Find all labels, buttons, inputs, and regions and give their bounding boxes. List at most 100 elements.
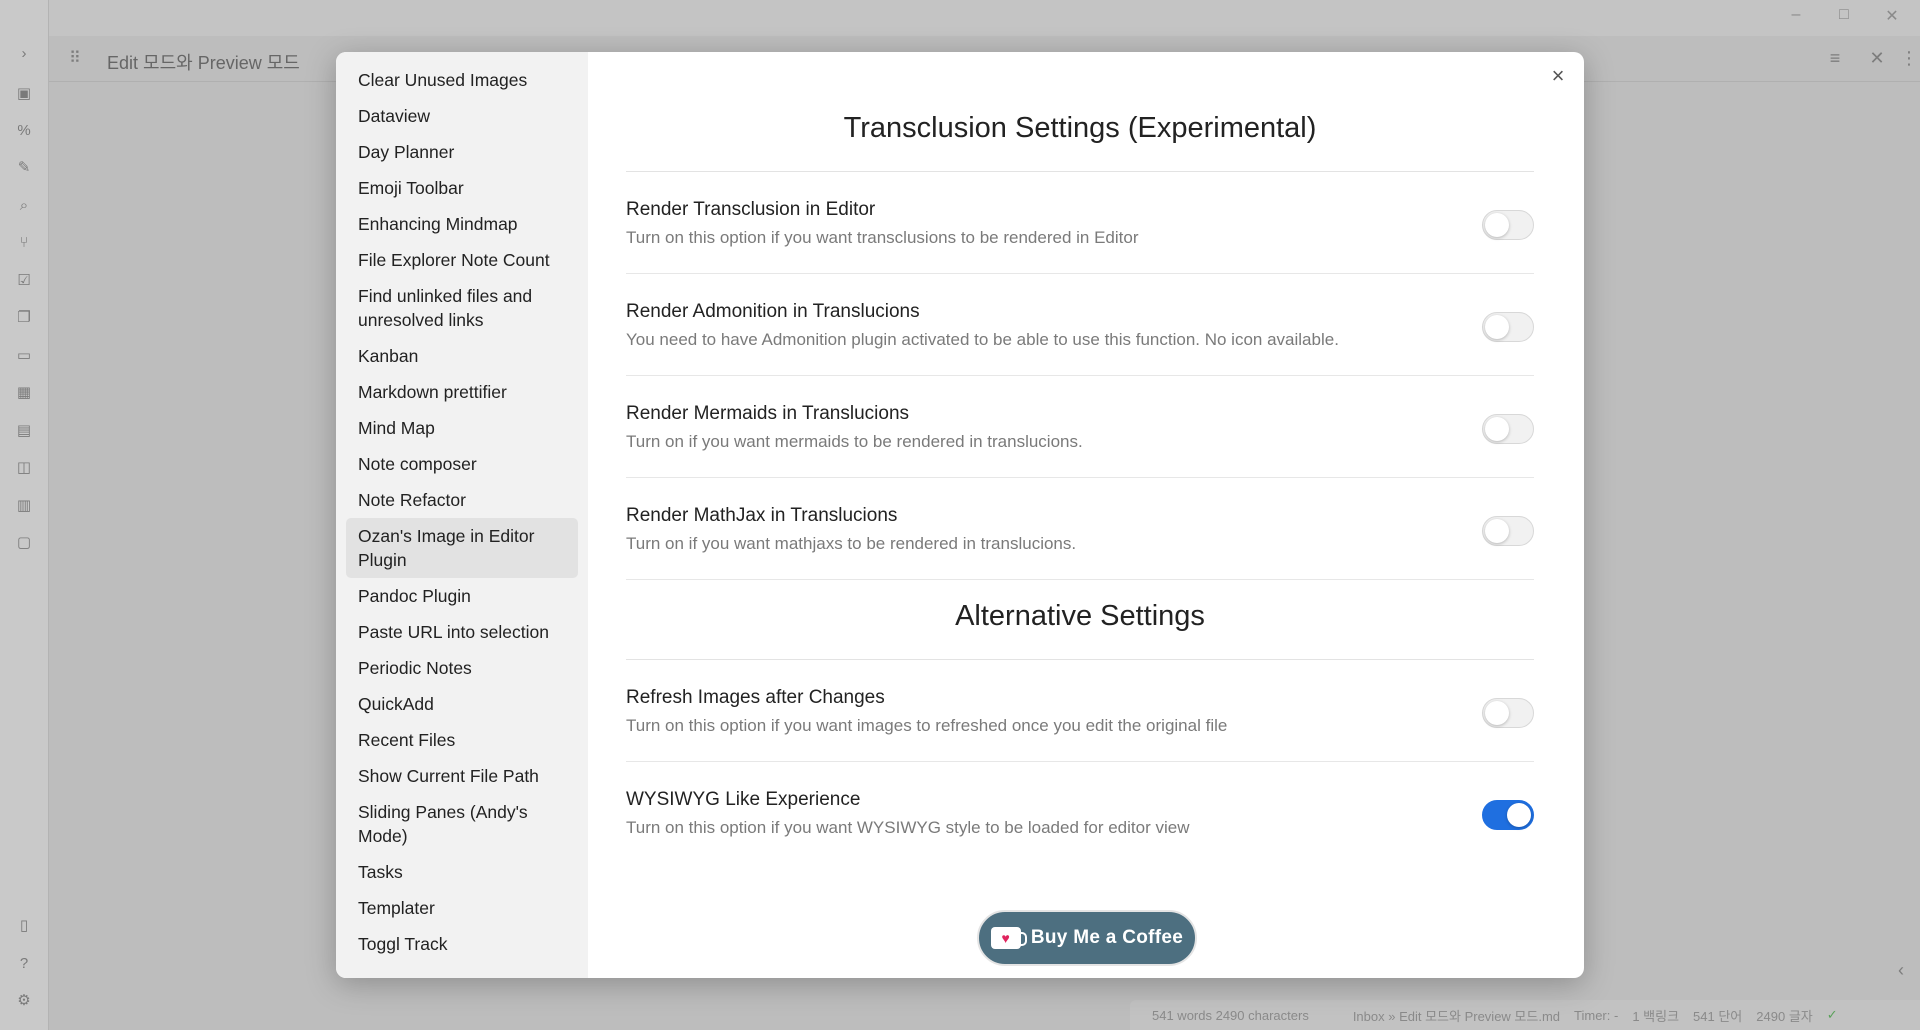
plugin-nav-item[interactable]: Templater: [346, 890, 578, 926]
plugin-nav-item[interactable]: Markdown prettifier: [346, 374, 578, 410]
setting-name: Refresh Images after Changes: [626, 687, 885, 708]
transclusion-settings-list: Render Transclusion in Editor Turn on thi…: [626, 172, 1534, 580]
copy-icon[interactable]: ❐: [14, 308, 34, 328]
plugin-nav-item[interactable]: Day Planner: [346, 134, 578, 170]
plugin-nav-item[interactable]: Tasks: [346, 854, 578, 890]
setting-item: Render Mermaids in Translucions Turn on i…: [626, 376, 1534, 478]
table-icon[interactable]: ▥: [14, 496, 34, 516]
toggle-knob: [1507, 803, 1531, 827]
drag-handle-icon[interactable]: ⠿: [69, 48, 81, 68]
toggle-knob: [1485, 519, 1509, 543]
reading-view-icon[interactable]: ≡: [1824, 48, 1846, 69]
toggle-knob: [1485, 315, 1509, 339]
plugin-nav-item[interactable]: Note composer: [346, 446, 578, 482]
graph-icon[interactable]: ⑂: [14, 233, 34, 253]
setting-name: Render Mermaids in Translucions: [626, 403, 910, 424]
collapse-right-sidebar-icon[interactable]: ‹: [1898, 960, 1904, 981]
setting-description: Turn on if you want mermaids to be rende…: [626, 432, 1083, 451]
pencil-icon[interactable]: ✎: [14, 158, 34, 178]
plugin-list-sidebar: Clear Unused Images Dataview Day Planner Em…: [336, 52, 588, 978]
plugin-nav-item[interactable]: Find unlinked files and unresolved links: [346, 278, 578, 338]
plugin-nav-item[interactable]: Periodic Notes: [346, 650, 578, 686]
setting-name: Render Transclusion in Editor: [626, 199, 876, 220]
plugin-nav-item[interactable]: Mind Map: [346, 410, 578, 446]
window-close-icon[interactable]: ✕: [1880, 6, 1904, 26]
window-titlebar: – □ ✕: [49, 0, 1920, 36]
plugin-nav-item[interactable]: Ozan's Image in Editor Plugin: [346, 518, 578, 578]
toggle-knob: [1485, 213, 1509, 237]
plugin-nav-item[interactable]: Enhancing Mindmap: [346, 206, 578, 242]
image-alt-icon[interactable]: ◫: [14, 458, 34, 478]
settings-modal: Clear Unused Images Dataview Day Planner Em…: [336, 52, 1584, 978]
setting-item: Refresh Images after Changes Turn on this…: [626, 660, 1534, 762]
plugin-nav-item[interactable]: Dataview: [346, 98, 578, 134]
sync-status-icon[interactable]: ✓: [1827, 1007, 1838, 1023]
plugin-nav-item[interactable]: Show Current File Path: [346, 758, 578, 794]
plugin-nav-item[interactable]: Note Refactor: [346, 482, 578, 518]
setting-toggle[interactable]: [1482, 210, 1534, 240]
toggle-knob: [1485, 701, 1509, 725]
setting-name: Render Admonition in Translucions: [626, 301, 920, 322]
word-count-ko: 541 단어: [1693, 1008, 1743, 1024]
setting-name: WYSIWYG Like Experience: [626, 789, 861, 810]
timer[interactable]: Timer: -: [1574, 1008, 1618, 1023]
note-title: Edit 모드와 Preview 모드: [107, 53, 300, 73]
status-bar: 541 words 2490 characters Inbox » Edit 모…: [1130, 1000, 1920, 1030]
setting-toggle[interactable]: [1482, 414, 1534, 444]
help-icon[interactable]: ?: [14, 954, 34, 974]
terminal-icon[interactable]: ▭: [14, 346, 34, 366]
code-percent-icon[interactable]: %: [14, 121, 34, 141]
inbox-icon[interactable]: ▤: [14, 421, 34, 441]
plugin-nav-item[interactable]: Paste URL into selection: [346, 614, 578, 650]
setting-item: WYSIWYG Like Experience Turn on this opti…: [626, 762, 1534, 864]
section-title-alternative: Alternative Settings: [626, 600, 1534, 660]
left-ribbon: › ▣ % ✎ ⌕ ⑂ ☑ ❐ ▭ ▦ ▤ ◫ ▥ ▢ ▯ ? ⚙: [0, 0, 49, 1030]
file-path[interactable]: Inbox » Edit 모드와 Preview 모드.md: [1353, 1006, 1560, 1025]
book-icon[interactable]: ▯: [14, 916, 34, 936]
setting-description: Turn on this option if you want WYSIWYG …: [626, 818, 1190, 837]
char-count-ko: 2490 글자: [1756, 1008, 1813, 1024]
more-options-icon[interactable]: ⋮: [1898, 48, 1920, 69]
checklist-icon[interactable]: ☑: [14, 271, 34, 291]
close-pane-icon[interactable]: ✕: [1866, 48, 1888, 69]
plugin-nav-item[interactable]: File Explorer Note Count: [346, 242, 578, 278]
calendar-icon[interactable]: ▢: [14, 533, 34, 553]
expand-sidebar-icon[interactable]: ›: [14, 44, 34, 64]
section-title-transclusion: Transclusion Settings (Experimental): [626, 112, 1534, 172]
plugin-nav-item[interactable]: Pandoc Plugin: [346, 578, 578, 614]
settings-icon[interactable]: ⚙: [14, 991, 34, 1011]
setting-item: Render MathJax in Translucions Turn on if…: [626, 478, 1534, 580]
setting-description: Turn on this option if you want transclu…: [626, 228, 1139, 247]
plugin-nav-item[interactable]: Sliding Panes (Andy's Mode): [346, 794, 578, 854]
plugin-nav-item[interactable]: Emoji Toolbar: [346, 170, 578, 206]
toggle-knob: [1485, 417, 1509, 441]
plugin-settings-panel: Transclusion Settings (Experimental) Ren…: [588, 52, 1584, 978]
plugin-nav-item[interactable]: Clear Unused Images: [346, 62, 578, 98]
setting-toggle[interactable]: [1482, 516, 1534, 546]
coffee-label: Buy Me a Coffee: [1030, 927, 1184, 948]
setting-toggle[interactable]: [1482, 312, 1534, 342]
plugin-nav-item[interactable]: Kanban: [346, 338, 578, 374]
image-icon[interactable]: ▣: [14, 84, 34, 104]
minimize-icon[interactable]: –: [1784, 6, 1808, 24]
setting-item: Render Transclusion in Editor Turn on thi…: [626, 172, 1534, 274]
plugin-nav-item[interactable]: Toggl Track: [346, 926, 578, 962]
plugin-nav-list: Clear Unused Images Dataview Day Planner Em…: [336, 52, 588, 962]
maximize-icon[interactable]: □: [1832, 6, 1856, 24]
plugin-nav-item[interactable]: QuickAdd: [346, 686, 578, 722]
blocks-icon[interactable]: ▦: [14, 383, 34, 403]
modal-close-button[interactable]: ×: [1546, 64, 1570, 88]
setting-toggle[interactable]: [1482, 800, 1534, 830]
search-doc-icon[interactable]: ⌕: [14, 196, 34, 216]
coffee-cup-icon: ♥: [990, 927, 1027, 949]
plugin-nav-item[interactable]: Recent Files: [346, 722, 578, 758]
setting-description: Turn on this option if you want images t…: [626, 716, 1228, 735]
setting-name: Render MathJax in Translucions: [626, 505, 898, 526]
buy-me-a-coffee-button[interactable]: ♥ Buy Me a Coffee: [977, 910, 1197, 966]
setting-description: You need to have Admonition plugin activ…: [626, 330, 1339, 349]
setting-toggle[interactable]: [1482, 698, 1534, 728]
alternative-settings-list: Refresh Images after Changes Turn on this…: [626, 660, 1534, 864]
backlink-count[interactable]: 1 백링크: [1632, 1006, 1679, 1025]
word-count: 541 words 2490 characters: [1152, 1007, 1309, 1023]
setting-item: Render Admonition in Translucions You nee…: [626, 274, 1534, 376]
